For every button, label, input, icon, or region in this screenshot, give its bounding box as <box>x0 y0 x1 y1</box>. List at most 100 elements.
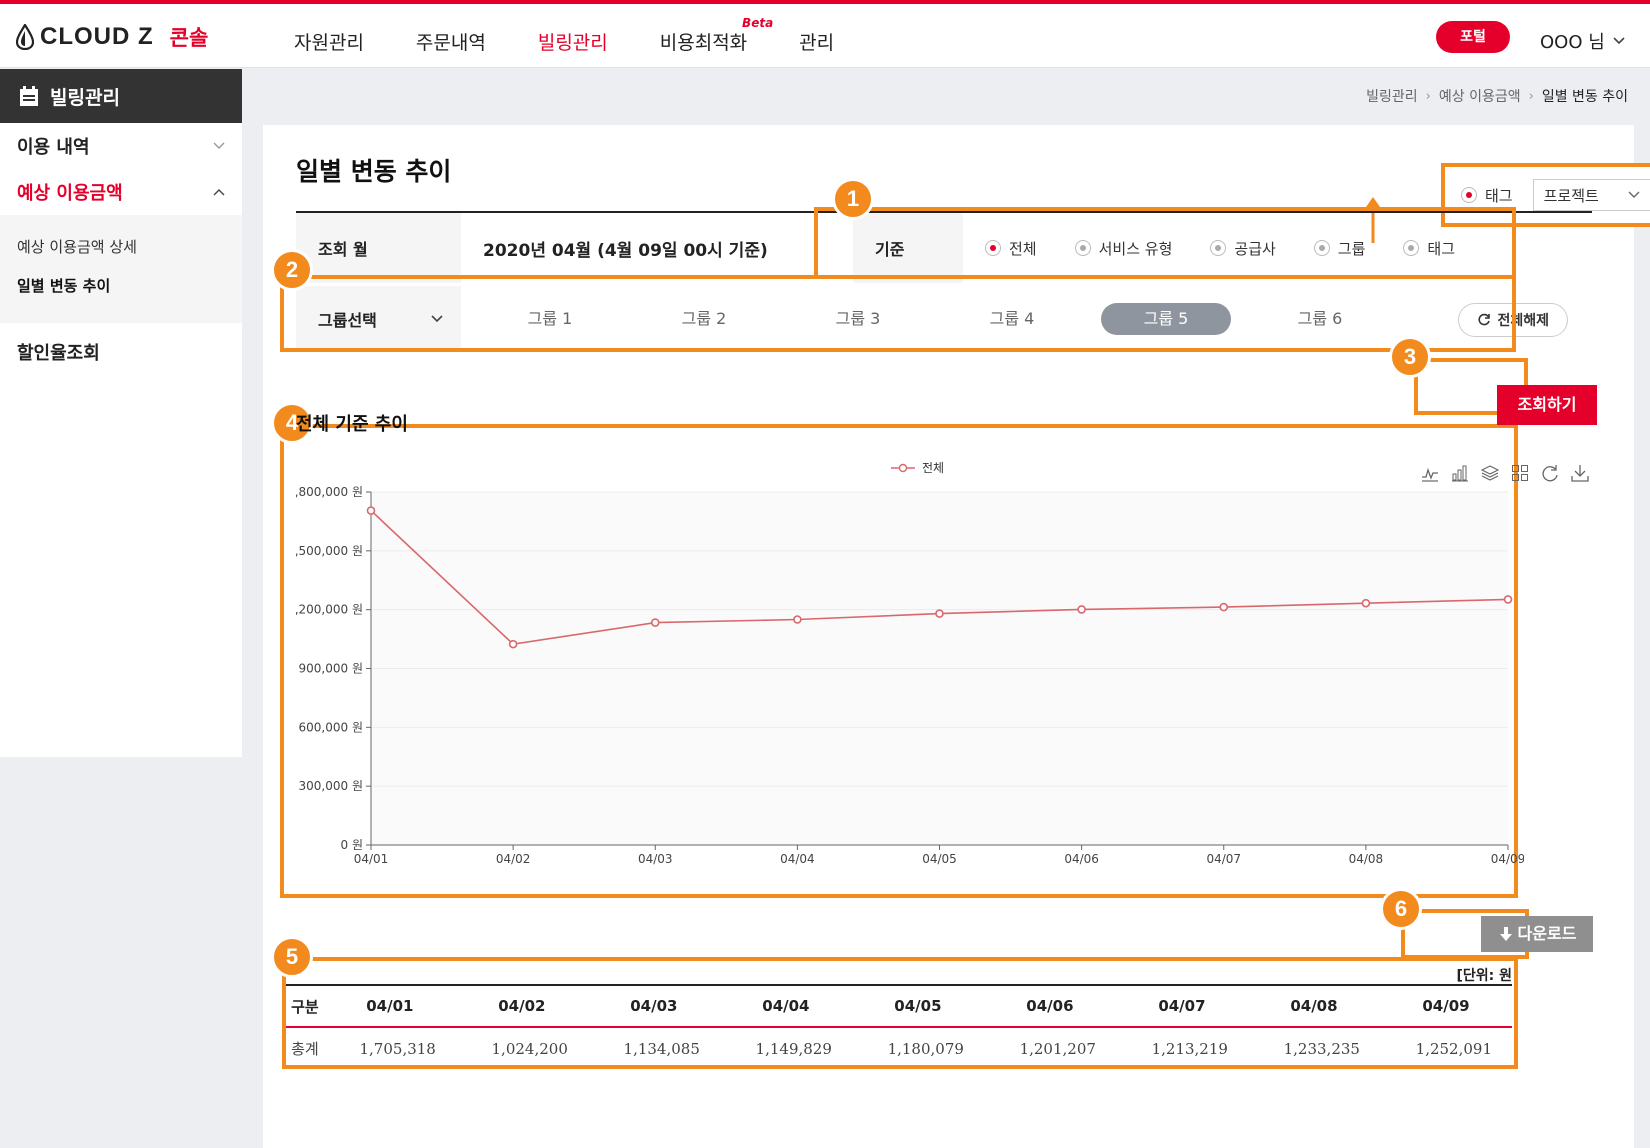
table-cell: 1,705,318 <box>359 1039 436 1058</box>
table-header-row: 구분 04/01 04/02 04/03 04/04 04/05 04/06 0… <box>286 984 1512 1028</box>
group-chip-4[interactable]: 그룹 4 <box>947 303 1077 335</box>
tag-radio-label: 태그 <box>1485 186 1513 205</box>
tile-icon[interactable] <box>1511 464 1529 482</box>
basis-option-tag[interactable]: 태그 <box>1403 238 1455 259</box>
logo-drop-icon <box>16 24 34 50</box>
breadcrumb-item[interactable]: 예상 이용금액 <box>1439 86 1521 106</box>
breadcrumb: 빌링관리 › 예상 이용금액 › 일별 변동 추이 <box>1366 86 1628 106</box>
table-header-cell: 04/04 <box>719 984 852 1028</box>
refresh-icon[interactable] <box>1541 464 1559 482</box>
data-point <box>1503 595 1513 604</box>
month-value: 2020년 04월 (4월 09일 00시 기준) <box>483 240 768 261</box>
radio-on-icon <box>985 240 1001 256</box>
group-chip-5[interactable]: 그룹 5 <box>1101 303 1231 335</box>
tag-select-value: 프로젝트 <box>1543 186 1599 205</box>
x-tick-label: 04/08 <box>1349 852 1384 866</box>
annotation-badge-3: 3 <box>1389 336 1431 378</box>
basis-option-service[interactable]: 서비스 유형 <box>1074 238 1172 259</box>
beta-badge: Beta <box>742 16 774 30</box>
y-tick-label: 600,000 원 <box>299 720 363 734</box>
basis-option-label: 전체 <box>1009 239 1037 258</box>
data-point <box>1077 605 1086 614</box>
legend-marker <box>898 463 908 473</box>
tag-radio[interactable] <box>1461 187 1477 203</box>
chevron-down-icon <box>1613 37 1625 45</box>
table-cell: 1,213,219 <box>1151 1039 1228 1058</box>
group-chip-6[interactable]: 그룹 6 <box>1255 303 1385 335</box>
basis-option-group[interactable]: 그룹 <box>1313 238 1366 259</box>
gnb-item-admin[interactable]: 관리 <box>799 28 834 55</box>
sidebar-item-usage[interactable]: 이용 내역 <box>0 123 242 169</box>
y-tick-label: 300,000 원 <box>299 779 363 793</box>
calendar-icon <box>20 86 38 106</box>
data-point <box>793 615 802 624</box>
group-chip-3[interactable]: 그룹 3 <box>793 303 923 335</box>
group-select[interactable]: 그룹선택 <box>296 286 461 352</box>
reset-all-label: 전체해제 <box>1497 313 1549 329</box>
gnb-item-resources[interactable]: 자원관리 <box>294 28 364 55</box>
table-header-cell: 04/07 <box>1115 984 1248 1028</box>
basis-option-supplier[interactable]: 공급사 <box>1210 238 1276 259</box>
sidebar-submenu: 예상 이용금액 상세 일별 변동 추이 <box>0 215 242 323</box>
sidebar-item-label: 예상 이용금액 <box>17 183 123 204</box>
chevron-right-icon: › <box>1425 88 1431 104</box>
gnb-item-orders[interactable]: 주문내역 <box>416 28 486 55</box>
table-cell: 1,134,085 <box>623 1039 700 1058</box>
table-header-cell: 04/05 <box>851 984 984 1028</box>
table-header-cell: 04/08 <box>1247 984 1380 1028</box>
x-tick-label: 04/04 <box>780 852 815 866</box>
table-cell: 1,180,079 <box>887 1039 964 1058</box>
sidebar-subitem-daily[interactable]: 일별 변동 추이 <box>0 266 242 305</box>
y-tick-label: 0 원 <box>341 838 364 852</box>
x-tick-label: 04/03 <box>638 852 673 866</box>
reset-all-button[interactable]: 전체해제 <box>1458 303 1568 337</box>
chart-section-title: 전체 기준 추이 <box>296 414 408 435</box>
user-name: OOO 님 <box>1540 32 1605 53</box>
table-header-cell: 04/01 <box>323 984 456 1028</box>
chart-toolbox <box>1421 464 1589 482</box>
chevron-down-icon <box>431 315 443 323</box>
sidebar-header: 빌링관리 <box>0 69 242 123</box>
basis-option-label: 공급사 <box>1234 239 1276 258</box>
chevron-up-icon <box>213 189 225 196</box>
chevron-down-icon <box>213 142 225 149</box>
line-chart-icon[interactable] <box>1421 464 1439 482</box>
stack-icon[interactable] <box>1481 464 1499 482</box>
unit-label: [단위: 원 <box>1456 968 1512 984</box>
download-button[interactable]: 다운로드 <box>1481 916 1593 952</box>
basis-option-label: 태그 <box>1427 239 1456 258</box>
sidebar-item-discount[interactable]: 할인율조회 <box>0 329 242 375</box>
bar-chart-icon[interactable] <box>1451 464 1469 482</box>
sidebar-subitem-detail[interactable]: 예상 이용금액 상세 <box>0 227 242 266</box>
y-tick-label: 1,200,000 원 <box>296 603 363 617</box>
search-button[interactable]: 조회하기 <box>1497 385 1597 425</box>
logo[interactable]: CLOUD Z 콘솔 <box>16 22 208 52</box>
table-header-cell: 04/09 <box>1379 984 1512 1028</box>
tag-select[interactable]: 프로젝트 <box>1532 179 1650 211</box>
group-chip-1[interactable]: 그룹 1 <box>485 303 615 335</box>
table-cell: 1,252,091 <box>1415 1039 1492 1058</box>
y-tick-label: 1,800,000 원 <box>296 485 363 499</box>
sidebar-item-estimate[interactable]: 예상 이용금액 <box>0 169 242 215</box>
breadcrumb-item[interactable]: 빌링관리 <box>1366 86 1418 106</box>
basis-option-label: 그룹 <box>1337 239 1366 258</box>
sidebar-item-label: 이용 내역 <box>17 137 90 158</box>
radio-off-icon <box>1403 240 1420 256</box>
chevron-down-icon <box>1628 191 1640 198</box>
basis-option-all[interactable]: 전체 <box>985 238 1037 259</box>
table-cell: 1,149,829 <box>755 1039 832 1058</box>
user-menu[interactable]: OOO 님 <box>1540 28 1625 54</box>
download-icon[interactable] <box>1571 464 1589 482</box>
radio-off-icon <box>1074 240 1091 256</box>
portal-button[interactable]: 포털 <box>1436 21 1510 53</box>
y-tick-label: 900,000 원 <box>299 662 363 676</box>
breadcrumb-current: 일별 변동 추이 <box>1541 89 1628 105</box>
refresh-icon <box>1478 313 1491 326</box>
gnb-item-optimization[interactable]: 비용최적화 Beta <box>660 16 773 55</box>
annotation-badge-5: 5 <box>271 936 313 978</box>
group-chip-2[interactable]: 그룹 2 <box>639 303 769 335</box>
basis-radio-group: 전체 서비스 유형 공급사 그룹 태그 <box>963 213 1493 283</box>
chart-area: 0 원 300,000 원 600,000 원 900,000 원 1,200,000 … <box>287 450 1596 912</box>
gnb-item-billing[interactable]: 빌링관리 <box>538 28 608 55</box>
table-cell: 1,024,200 <box>491 1039 568 1058</box>
